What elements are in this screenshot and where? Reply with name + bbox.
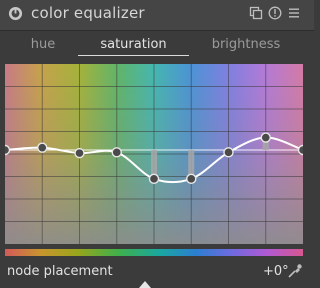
active-tab-indicator bbox=[78, 55, 189, 56]
saturation-curve-graph[interactable] bbox=[5, 64, 303, 244]
hue-gradient-bar bbox=[5, 249, 303, 256]
curve-node[interactable] bbox=[74, 147, 85, 159]
curve-node[interactable] bbox=[186, 173, 197, 185]
module-header: color equalizer bbox=[0, 0, 314, 31]
node-placement-label: node placement bbox=[7, 264, 113, 279]
curve-node[interactable] bbox=[148, 173, 160, 185]
module-title: color equalizer bbox=[31, 4, 145, 22]
tab-saturation[interactable]: saturation bbox=[78, 37, 189, 53]
placement-marker-icon[interactable] bbox=[139, 281, 151, 288]
curve-node[interactable] bbox=[297, 144, 304, 156]
tab-brightness[interactable]: brightness bbox=[200, 37, 292, 53]
curve-node[interactable] bbox=[37, 142, 48, 153]
curve-node[interactable] bbox=[223, 147, 234, 158]
reset-icon[interactable] bbox=[268, 6, 282, 20]
power-icon[interactable] bbox=[8, 6, 23, 21]
curve-node[interactable] bbox=[111, 147, 122, 158]
curve-node[interactable] bbox=[260, 132, 271, 143]
tab-hue[interactable]: hue bbox=[20, 37, 66, 53]
menu-icon[interactable] bbox=[287, 6, 301, 20]
presets-icon[interactable] bbox=[249, 6, 263, 20]
curve-node[interactable] bbox=[5, 144, 11, 156]
node-placement-value[interactable]: +0° bbox=[263, 264, 289, 280]
color-picker-icon[interactable] bbox=[287, 263, 303, 279]
